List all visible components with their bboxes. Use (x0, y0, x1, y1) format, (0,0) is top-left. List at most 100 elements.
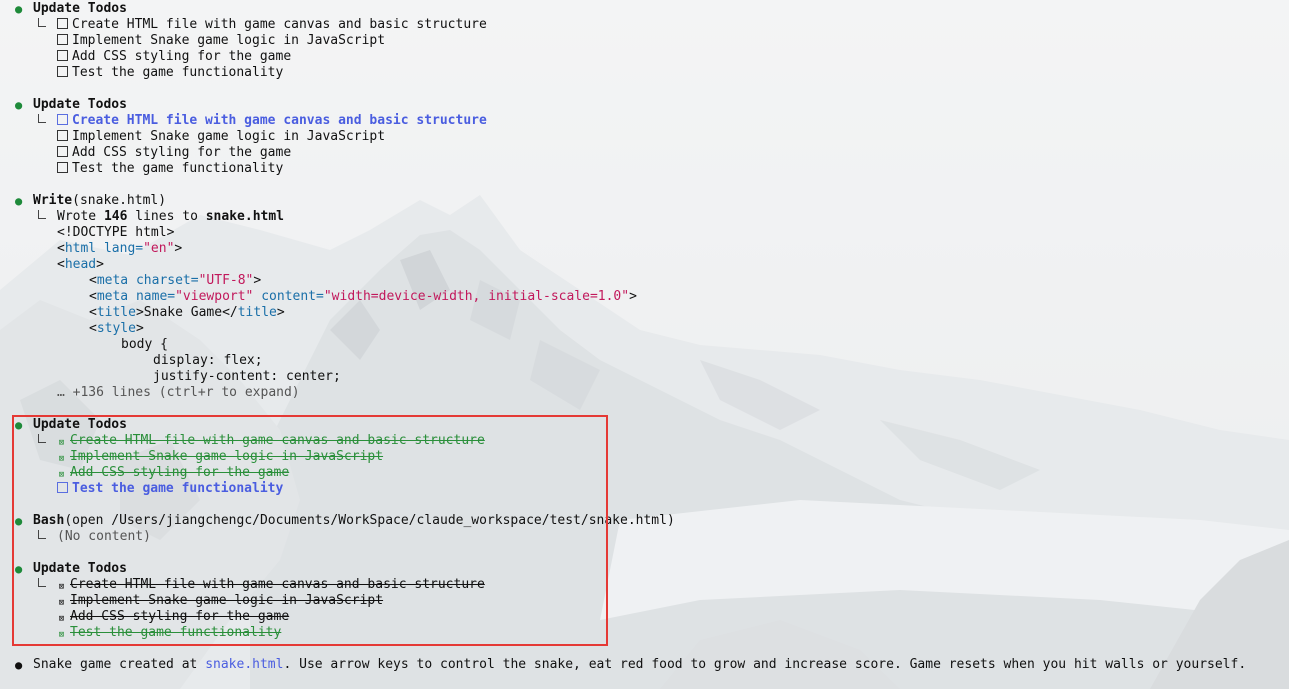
code-text: <!DOCTYPE html> (57, 225, 175, 240)
tool-name: Write (33, 193, 73, 208)
final-message-text: Snake game created at (33, 657, 206, 672)
tool-title-text: Update Todos (33, 1, 127, 16)
tree-corner-icon (36, 113, 46, 129)
tool-title: Update Todos (33, 97, 127, 113)
todo-item: Test the game functionality (57, 161, 283, 177)
todo-item-label: Add CSS styling for the game (70, 609, 290, 624)
code-text: > (276, 305, 285, 320)
tool-title-text: Update Todos (33, 97, 127, 112)
tool-result: Wrote 146 lines to snake.html (57, 209, 284, 225)
todo-item-label: Test the game functionality (70, 625, 282, 640)
todo-item-label: Implement Snake game logic in JavaScript (70, 449, 384, 464)
tool-arg: (snake.html) (72, 193, 167, 208)
status-bullet: ● (15, 194, 23, 208)
code-line: <html lang="en"> (57, 241, 182, 257)
tree-corner-icon (36, 577, 46, 593)
code-value: "width=device-width, initial-scale=1.0" (323, 289, 630, 304)
code-tag: html (64, 241, 97, 256)
code-attr: name= (128, 289, 176, 304)
code-line: display: flex; (153, 353, 263, 369)
code-text: display: flex; (153, 353, 263, 368)
tree-corner-icon (36, 529, 46, 545)
todo-item: Create HTML file with game canvas and ba… (57, 17, 487, 33)
status-bullet: ● (15, 98, 23, 112)
tool-title: Update Todos (33, 417, 127, 433)
result-text: (No content) (57, 529, 151, 544)
code-value: "viewport" (175, 289, 254, 304)
checked-box-icon: ⊠ (58, 470, 65, 480)
todo-item-done: ⊠ Create HTML file with game canvas and b… (57, 577, 485, 593)
tool-arg: (open /Users/jiangchengc/Documents/WorkS… (64, 513, 675, 528)
code-tag: title (237, 305, 277, 320)
code-tag: meta (96, 273, 129, 288)
unchecked-box-icon (57, 18, 68, 29)
todo-item-done: ⊠ Implement Snake game logic in JavaScrip… (57, 593, 383, 609)
code-tag: title (96, 305, 136, 320)
todo-item-label: Add CSS styling for the game (72, 49, 292, 64)
todo-item-done: ⊠ Test the game functionality (57, 625, 282, 641)
code-attr: lang= (96, 241, 144, 256)
tree-corner-icon (36, 17, 46, 33)
code-value: "UTF-8" (198, 273, 254, 288)
todo-item-label: Test the game functionality (72, 481, 284, 496)
tool-name: Bash (33, 513, 65, 528)
code-attr: charset= (128, 273, 199, 288)
unchecked-box-icon (57, 146, 68, 157)
checked-box-icon: ⊠ (58, 438, 65, 448)
code-line: <meta name="viewport" content="width=dev… (89, 289, 637, 305)
todo-item-label: Implement Snake game logic in JavaScript (72, 129, 386, 144)
todo-item-active: Create HTML file with game canvas and ba… (57, 113, 487, 129)
code-line: justify-content: center; (153, 369, 341, 385)
code-line: <!DOCTYPE html> (57, 225, 174, 241)
message-bullet: ● (15, 658, 23, 672)
code-text: > (629, 289, 637, 304)
code-text: < (57, 241, 65, 256)
code-text: < (57, 257, 65, 272)
final-message-text: . Use arrow keys to control the snake, e… (283, 657, 1247, 672)
todo-item-active: Test the game functionality (57, 481, 283, 497)
unchecked-box-icon (57, 130, 68, 141)
tree-corner-icon (36, 433, 46, 449)
code-text: justify-content: center; (153, 369, 341, 384)
code-line: body { (121, 337, 168, 353)
todo-item: Add CSS styling for the game (57, 145, 291, 161)
code-tag: style (96, 321, 136, 336)
todo-item: Implement Snake game logic in JavaScript (57, 129, 385, 145)
unchecked-box-icon (57, 162, 68, 173)
tool-title-text: Update Todos (33, 417, 127, 432)
code-text: > (96, 257, 104, 272)
todo-item-done: ⊠ Implement Snake game logic in JavaScrip… (57, 449, 383, 465)
code-line: <style> (89, 321, 144, 337)
expand-hint[interactable]: … +136 lines (ctrl+r to expand) (57, 385, 300, 401)
checked-box-icon: ⊠ (58, 614, 65, 624)
todo-item: Implement Snake game logic in JavaScript (57, 33, 385, 49)
code-text: Snake Game (143, 305, 223, 320)
todo-item-done: ⊠ Add CSS styling for the game (57, 609, 289, 625)
code-text: </ (222, 305, 238, 320)
todo-item-done: ⊠ Add CSS styling for the game (57, 465, 289, 481)
terminal-output: ● Update Todos Create HTML file with gam… (0, 0, 1289, 689)
todo-item-label: Add CSS styling for the game (72, 145, 292, 160)
todo-item: Add CSS styling for the game (57, 49, 291, 65)
code-line: <head> (57, 257, 104, 273)
tree-corner-icon (36, 209, 46, 225)
status-bullet: ● (15, 514, 23, 528)
code-text: < (89, 273, 97, 288)
checked-box-icon: ⊠ (58, 598, 65, 608)
todo-item-label: Create HTML file with game canvas and ba… (72, 17, 487, 32)
code-text: body { (121, 337, 168, 352)
todo-item-label: Create HTML file with game canvas and ba… (70, 577, 485, 592)
code-attr: content= (253, 289, 324, 304)
code-text: > (174, 241, 183, 256)
tool-title: Write(snake.html) (33, 193, 166, 209)
code-text: < (89, 305, 97, 320)
todo-item-label: Implement Snake game logic in JavaScript (72, 33, 386, 48)
tool-title: Bash(open /Users/jiangchengc/Documents/W… (33, 513, 675, 529)
todo-item-label: Create HTML file with game canvas and ba… (70, 433, 485, 448)
todo-item-label: Test the game functionality (72, 161, 284, 176)
file-link[interactable]: snake.html (205, 657, 283, 672)
unchecked-box-icon (57, 114, 68, 125)
todo-item-label: Test the game functionality (72, 65, 284, 80)
result-file: snake.html (205, 209, 285, 224)
status-bullet: ● (15, 562, 23, 576)
